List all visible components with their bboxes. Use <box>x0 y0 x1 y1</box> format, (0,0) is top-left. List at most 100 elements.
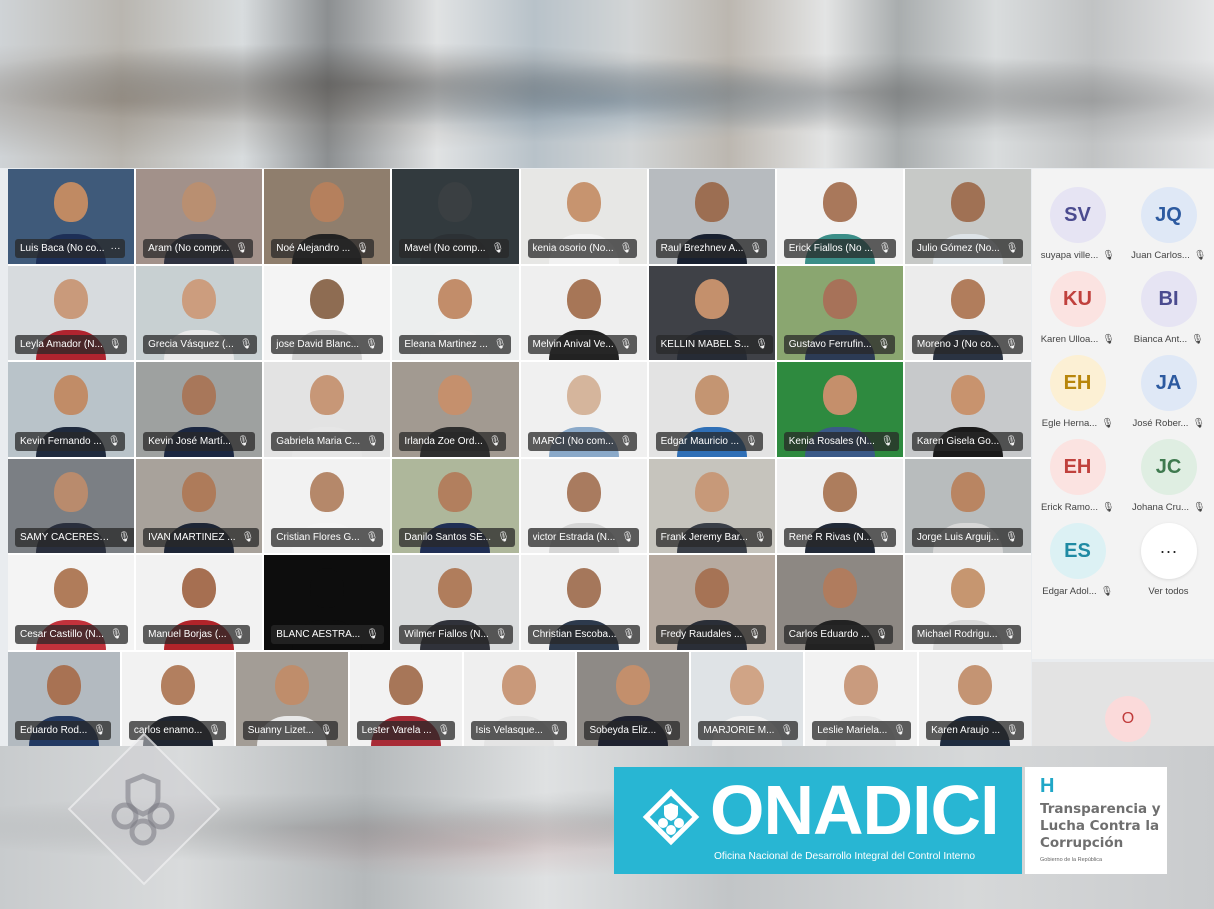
video-tile[interactable]: Christian Escoba... 🎙 <box>520 555 647 650</box>
video-tile[interactable]: SAMY CACERES (... 🎙 <box>8 458 135 553</box>
participant-name-label: Wilmer Fiallos (N... 🎙 <box>399 624 513 644</box>
video-tile[interactable]: Eleana Martinez ... 🎙 <box>392 265 519 360</box>
video-tile[interactable]: Lester Varela ... 🎙 <box>349 651 462 746</box>
video-tile[interactable]: Luis Baca (No co... ··· <box>8 169 135 264</box>
video-tile[interactable]: Irlanda Zoe Ord... 🎙 <box>392 362 519 457</box>
self-avatar[interactable]: O <box>1105 696 1151 742</box>
participant-avatar-item[interactable]: JQ Juan Carlos... 🎙 <box>1123 187 1214 261</box>
video-tile[interactable]: Isis Velasque... 🎙 <box>463 651 576 746</box>
participant-name: Lester Varela ... <box>361 725 432 736</box>
video-tile[interactable]: Fredy Raudales ... 🎙 <box>648 555 775 650</box>
participant-name-label: Edgar Mauricio ... 🎙 <box>655 431 763 451</box>
participant-name-label: Gustavo Ferrufin... 🎙 <box>783 335 896 354</box>
participant-name-label: Eleana Martinez ... 🎙 <box>399 335 512 354</box>
muted-mic-icon: 🎙 <box>1102 250 1115 261</box>
video-tile[interactable]: Michael Rodrigu... 🎙 <box>904 555 1031 650</box>
participant-avatar-item[interactable]: ES Edgar Adol... 🎙 <box>1032 523 1123 597</box>
avatar: EH <box>1049 355 1106 411</box>
participant-avatar-item[interactable]: KU Karen Ulloa... 🎙 <box>1032 271 1123 345</box>
participant-name-label: SAMY CACERES (... 🎙 <box>15 528 135 547</box>
avatar-name-row: Edgar Adol... 🎙 <box>1042 586 1112 597</box>
participant-name-label: Michael Rodrigu... 🎙 <box>911 624 1022 644</box>
muted-mic-icon: 🎙 <box>208 725 221 736</box>
video-tile[interactable]: Aram (No compr... 🎙 <box>136 169 263 264</box>
participant-name-label: Isis Velasque... 🎙 <box>470 721 567 740</box>
video-tile[interactable]: Karen Araujo ... 🎙 <box>919 651 1031 746</box>
video-tile[interactable]: Erick Fiallos (No ... 🎙 <box>776 169 903 264</box>
video-tile[interactable]: kenia osorio (No... 🎙 <box>520 169 647 264</box>
video-tile[interactable]: Suanny Lizet... 🎙 <box>235 651 348 746</box>
video-tile[interactable]: Melvin Anival Ve... 🎙 <box>520 265 647 360</box>
onadici-logo: ONADICI Oficina Nacional de Desarrollo I… <box>614 767 1022 874</box>
video-tile[interactable]: Moreno J (No co... 🎙 <box>904 265 1031 360</box>
participant-face <box>950 375 985 416</box>
video-tile[interactable]: Carlos Eduardo ... 🎙 <box>776 555 903 650</box>
video-tile[interactable]: Eduardo Rod... 🎙 <box>8 651 120 746</box>
participant-avatar-item[interactable]: BI Bianca Ant... 🎙 <box>1123 271 1214 345</box>
participant-avatar-item[interactable]: SV suyapa ville... 🎙 <box>1032 187 1123 261</box>
video-tile[interactable]: Karen Gisela Go... 🎙 <box>904 362 1031 457</box>
video-tile[interactable]: Cristian Flores G... 🎙 <box>264 458 391 553</box>
video-tile[interactable]: IVAN MARTINEZ ... 🎙 <box>136 458 263 553</box>
onadici-title: ONADICI <box>710 771 1000 849</box>
participant-name: Erick Fiallos (No ... <box>788 242 873 254</box>
participant-name-label: Suanny Lizet... 🎙 <box>242 721 338 740</box>
video-tile[interactable]: KELLIN MABEL S... 🎙 <box>648 265 775 360</box>
video-tile[interactable]: Kevin Fernando ... 🎙 <box>8 362 135 457</box>
avatar: EH <box>1049 439 1106 495</box>
participant-name-label: Cristian Flores G... 🎙 <box>271 528 384 547</box>
participant-avatar-item[interactable]: JC Johana Cru... 🎙 <box>1123 439 1214 513</box>
onadici-emblem-icon <box>642 788 700 846</box>
participant-face <box>502 664 537 705</box>
participant-avatar-item[interactable]: EH Erick Ramo... 🎙 <box>1032 439 1123 513</box>
participant-name: Luis Baca (No co... <box>20 242 105 254</box>
video-tile[interactable]: Mavel (No comp... 🎙 <box>392 169 519 264</box>
video-tile[interactable]: Gustavo Ferrufin... 🎙 <box>776 265 903 360</box>
video-tile[interactable]: Kenia Rosales (N... 🎙 <box>776 362 903 457</box>
video-tile[interactable]: MARCI (No com... 🎙 <box>520 362 647 457</box>
avatar: BI <box>1140 271 1197 327</box>
participant-name-label: Irlanda Zoe Ord... 🎙 <box>399 431 507 451</box>
video-tile[interactable]: Sobeyda Eliz... 🎙 <box>577 651 690 746</box>
video-tile[interactable]: jose David Blanc... 🎙 <box>264 265 391 360</box>
see-all-button[interactable]: ··· Ver todos <box>1123 523 1214 597</box>
participant-name-label: Noé Alejandro ... 🎙 <box>271 238 374 258</box>
video-tile[interactable]: Gabriela Maria C... 🎙 <box>264 362 391 457</box>
video-tile[interactable]: Leslie Mariela... 🎙 <box>805 651 918 746</box>
participant-face <box>566 278 601 319</box>
video-tile[interactable]: Grecia Vásquez (... 🎙 <box>136 265 263 360</box>
video-tile[interactable]: BLANC AESTRA... 🎙 <box>264 555 391 650</box>
muted-mic-icon: 🎙 <box>488 435 502 447</box>
video-tile[interactable]: Leyla Amador (N... 🎙 <box>8 265 135 360</box>
video-tile[interactable]: Julio Gómez (No... 🎙 <box>904 169 1031 264</box>
avatar: JQ <box>1140 187 1197 243</box>
video-tile[interactable]: Jorge Luis Arguij... 🎙 <box>904 458 1031 553</box>
participant-name-label: Carlos Eduardo ... 🎙 <box>783 624 894 644</box>
video-tile[interactable]: victor Estrada (N... 🎙 <box>520 458 647 553</box>
video-tile[interactable]: MARJORIE M... 🎙 <box>691 651 804 746</box>
video-tile[interactable]: carlos enamo... 🎙 <box>121 651 234 746</box>
more-options-icon[interactable]: ··· <box>110 243 120 254</box>
participant-name-label: Gabriela Maria C... 🎙 <box>271 431 384 451</box>
video-tile[interactable]: Manuel Borjas (... 🎙 <box>136 555 263 650</box>
video-tile[interactable]: Rene R Rivas (N... 🎙 <box>776 458 903 553</box>
participant-face <box>182 568 217 609</box>
participant-avatar-item[interactable]: JA José Rober... 🎙 <box>1123 355 1214 429</box>
video-tile[interactable]: Kevin José Martí... 🎙 <box>136 362 263 457</box>
avatar-name-row: Juan Carlos... 🎙 <box>1131 250 1206 261</box>
participant-name-label: KELLIN MABEL S... 🎙 <box>655 335 773 354</box>
video-tile[interactable]: Frank Jeremy Bar... 🎙 <box>648 458 775 553</box>
video-tile[interactable]: Noé Alejandro ... 🎙 <box>264 169 391 264</box>
video-tile[interactable]: Cesar Castillo (N... 🎙 <box>8 555 135 650</box>
video-tile[interactable]: Danilo Santos SE... 🎙 <box>392 458 519 553</box>
participant-name-label: Mavel (No comp... 🎙 <box>399 238 510 258</box>
participant-name: Irlanda Zoe Ord... <box>404 435 483 447</box>
participant-avatar-item[interactable]: EH Egle Herna... 🎙 <box>1032 355 1123 429</box>
participant-face <box>310 568 345 609</box>
see-all-label: Ver todos <box>1148 586 1189 597</box>
video-tile[interactable]: Wilmer Fiallos (N... 🎙 <box>392 555 519 650</box>
video-tile[interactable]: Raul Brezhnev A... 🎙 <box>648 169 775 264</box>
video-tile[interactable]: Edgar Mauricio ... 🎙 <box>648 362 775 457</box>
participant-name-label: Kenia Rosales (N... 🎙 <box>783 431 899 451</box>
participant-name: Kevin José Martí... <box>148 435 231 447</box>
